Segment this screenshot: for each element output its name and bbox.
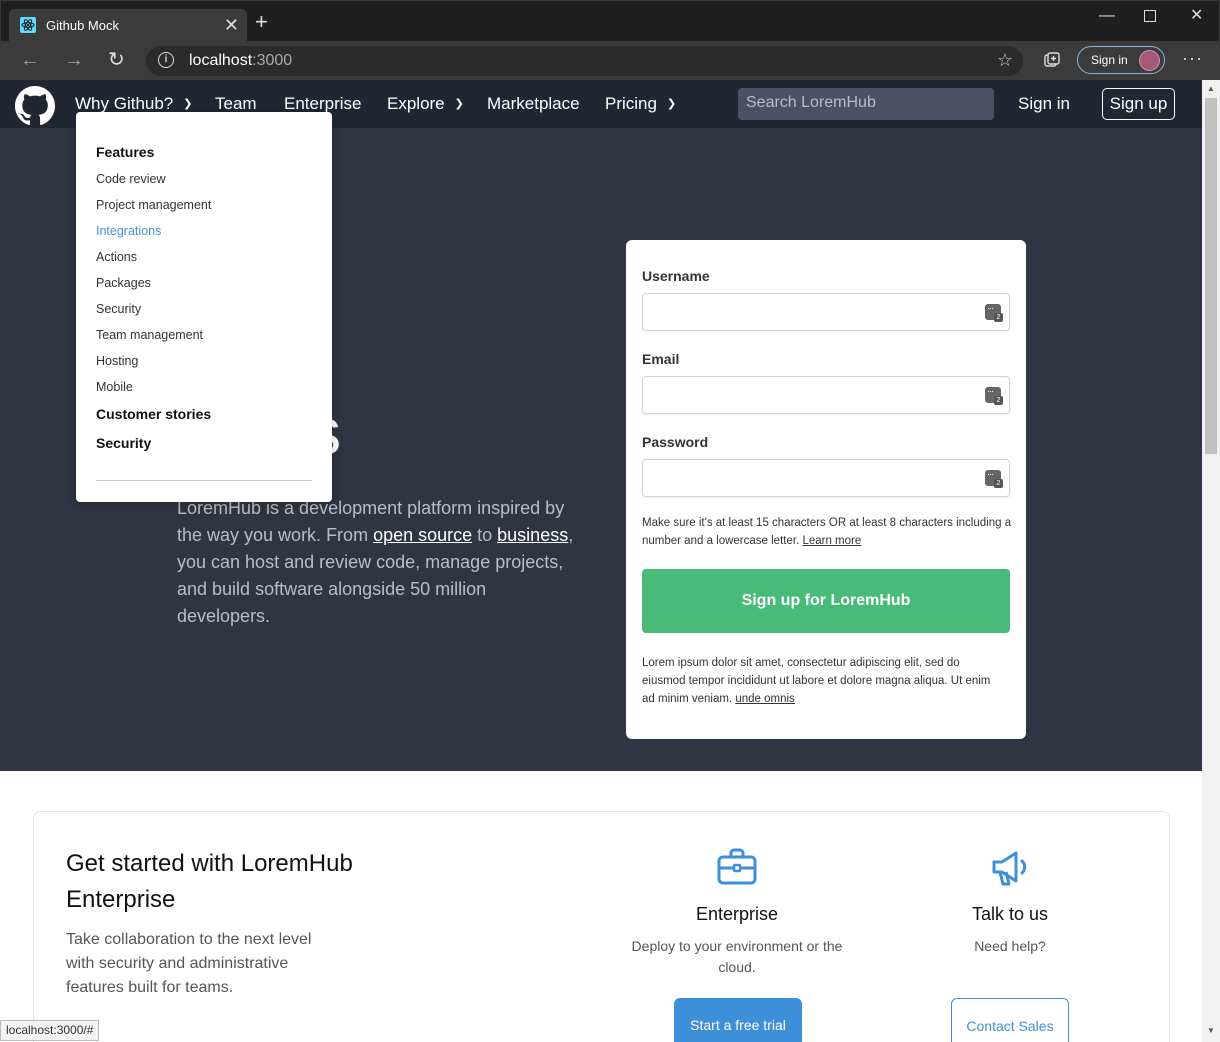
url-text: localhost:3000 <box>189 52 293 69</box>
password-manager-icon[interactable] <box>985 303 1003 322</box>
signup-form: Username Email Password Make sure it's a… <box>626 240 1026 739</box>
search-input[interactable]: Search LoremHub <box>738 88 994 120</box>
email-field[interactable] <box>642 376 1010 414</box>
talk-col-title: Talk to us <box>971 904 1049 924</box>
nav-pricing[interactable]: Pricing ❯ <box>605 94 676 114</box>
username-label: Username <box>642 268 710 284</box>
enterprise-title: Get started with LoremHub Enterprise <box>66 850 353 913</box>
enterprise-card: Get started with LoremHub Enterprise Tak… <box>33 811 1170 1042</box>
password-field[interactable] <box>642 459 1010 497</box>
megaphone-icon <box>992 851 1027 886</box>
close-window-icon[interactable]: ✕ <box>1190 7 1203 25</box>
email-label: Email <box>642 351 680 367</box>
dropdown-item[interactable]: Project management <box>96 198 211 212</box>
chevron-down-icon: ❯ <box>666 98 677 110</box>
react-icon <box>20 17 36 33</box>
fine-print: Lorem ipsum dolor sit amet, consectetur … <box>642 657 991 705</box>
password-hint: Make sure it's at least 15 characters OR… <box>642 517 1012 547</box>
sign-in-link[interactable]: Sign in <box>1018 94 1070 114</box>
nav-explore[interactable]: Explore ❯ <box>387 94 464 114</box>
enterprise-col-description: Deploy to your environment or the cloud. <box>631 938 843 975</box>
unde-omnis-link[interactable]: unde omnis <box>735 693 794 705</box>
github-logo-icon[interactable] <box>15 86 55 126</box>
dropdown-item[interactable]: Security <box>96 302 141 316</box>
dropdown-features-heading: Features <box>96 144 155 160</box>
dropdown-item[interactable]: Actions <box>96 250 137 264</box>
scroll-up-icon[interactable]: ▲ <box>1207 84 1215 93</box>
password-manager-icon[interactable] <box>985 386 1003 405</box>
address-bar[interactable]: i localhost:3000 ☆ <box>146 46 1023 76</box>
info-icon[interactable]: i <box>158 52 174 68</box>
profile-sign-in-button[interactable]: Sign in <box>1077 46 1165 74</box>
profile-sign-in-label: Sign in <box>1091 53 1128 67</box>
password-manager-icon[interactable] <box>985 469 1003 488</box>
briefcase-icon <box>717 848 757 885</box>
back-icon[interactable]: ← <box>20 50 40 70</box>
username-field[interactable] <box>642 293 1010 331</box>
business-link[interactable]: business <box>497 525 568 545</box>
hero-description: LoremHub is a development platform inspi… <box>177 498 574 626</box>
open-source-link[interactable]: open source <box>373 525 472 545</box>
nav-team[interactable]: Team <box>215 94 257 114</box>
new-tab-icon[interactable]: + <box>255 11 268 33</box>
browser-toolbar: ← → ↻ i localhost:3000 ☆ <box>0 42 1220 80</box>
enterprise-description: Take collaboration to the next level wit… <box>66 931 312 996</box>
refresh-icon[interactable]: ↻ <box>108 50 125 70</box>
nav-enterprise[interactable]: Enterprise <box>284 94 361 114</box>
dropdown-item[interactable]: Code review <box>96 172 165 186</box>
contact-sales-button[interactable]: Contact Sales <box>951 998 1069 1042</box>
favorite-star-icon[interactable]: ☆ <box>997 50 1013 71</box>
maximize-icon[interactable] <box>1144 10 1156 22</box>
collections-icon[interactable] <box>1043 51 1061 69</box>
talk-col-description: Need help? <box>974 938 1046 954</box>
start-free-trial-button[interactable]: Start a free trial <box>674 998 802 1042</box>
scroll-down-icon[interactable]: ▼ <box>1207 1026 1215 1035</box>
close-tab-icon[interactable]: ✕ <box>224 15 239 35</box>
more-options-icon[interactable]: ··· <box>1182 48 1203 69</box>
dropdown-divider <box>96 480 312 481</box>
nav-marketplace[interactable]: Marketplace <box>487 94 580 114</box>
browser-tab[interactable]: Github Mock ✕ <box>9 9 247 43</box>
tab-title: Github Mock <box>46 18 119 33</box>
status-url: localhost:3000/# <box>0 1020 100 1041</box>
dropdown-item[interactable]: Mobile <box>96 380 133 394</box>
forward-icon[interactable]: → <box>64 50 84 70</box>
dropdown-item[interactable]: Packages <box>96 276 151 290</box>
dropdown-item[interactable]: Integrations <box>96 224 161 238</box>
website: Why Github? ❯ Team Enterprise Explore ❯ Ma… <box>0 80 1202 1042</box>
chevron-down-icon: ❯ <box>454 98 464 110</box>
dropdown-item[interactable]: Hosting <box>96 354 138 368</box>
enterprise-section: Get started with LoremHub Enterprise Tak… <box>0 771 1202 1042</box>
scrollbar-thumb[interactable] <box>1205 98 1217 454</box>
chevron-down-icon: ❯ <box>183 98 193 110</box>
enterprise-col-title: Enterprise <box>695 904 779 924</box>
browser-tabbar: Github Mock ✕ + — ✕ <box>0 0 1220 43</box>
minimize-icon[interactable]: — <box>1099 7 1115 25</box>
why-github-dropdown: Features Code review Project management … <box>76 112 332 502</box>
dropdown-customer-stories[interactable]: Customer stories <box>96 406 211 422</box>
password-label: Password <box>642 434 709 450</box>
page-scrollbar[interactable]: ▲ ▼ <box>1202 80 1220 1042</box>
dropdown-security[interactable]: Security <box>96 435 151 451</box>
sign-up-button[interactable]: Sign up <box>1102 88 1175 120</box>
learn-more-link[interactable]: Learn more <box>802 535 861 547</box>
nav-why-github[interactable]: Why Github? ❯ <box>75 94 192 114</box>
dropdown-item[interactable]: Team management <box>96 328 203 342</box>
submit-signup-button[interactable]: Sign up for LoremHub <box>642 569 1010 633</box>
avatar <box>1139 50 1160 71</box>
